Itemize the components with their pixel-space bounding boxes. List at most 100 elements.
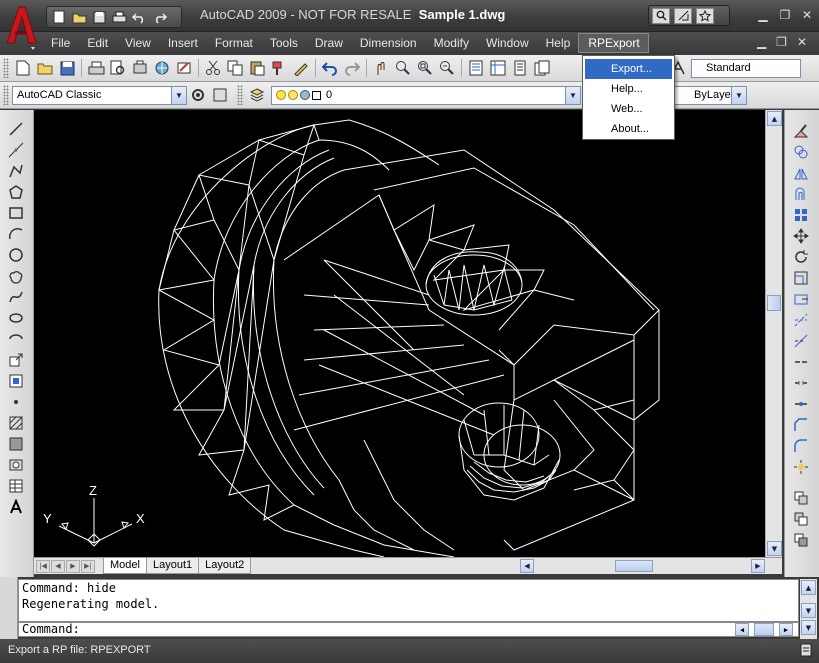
3d-dwf-icon[interactable]: [151, 57, 173, 79]
arc-icon[interactable]: [5, 223, 27, 244]
scroll-left-button[interactable]: ◀: [520, 559, 534, 573]
autocad-logo-icon[interactable]: [3, 3, 39, 51]
line-icon[interactable]: [5, 118, 27, 139]
first-tab-button[interactable]: |◀: [36, 559, 50, 573]
menu-item-about[interactable]: About...: [585, 119, 672, 139]
command-vertical-scrollbar[interactable]: ▲ ▼ ▼: [800, 579, 817, 639]
copy-icon[interactable]: [224, 57, 246, 79]
circle-icon[interactable]: [5, 244, 27, 265]
polygon-icon[interactable]: [5, 181, 27, 202]
explode-icon[interactable]: [790, 456, 812, 477]
zoom-window-icon[interactable]: [414, 57, 436, 79]
menu-modify[interactable]: Modify: [425, 34, 477, 52]
minimize-button[interactable]: ▁: [755, 7, 771, 23]
cut-icon[interactable]: [202, 57, 224, 79]
chevron-down-icon[interactable]: ▼: [171, 86, 186, 104]
redo-icon[interactable]: [341, 57, 363, 79]
scroll-thumb[interactable]: [615, 560, 653, 572]
undo-icon[interactable]: [131, 9, 148, 25]
layer-properties-icon[interactable]: [246, 84, 268, 106]
ellipse-arc-icon[interactable]: [5, 328, 27, 349]
multiline-text-icon[interactable]: [5, 496, 27, 517]
chamfer-icon[interactable]: [790, 414, 812, 435]
menu-item-help[interactable]: Help...: [585, 79, 672, 99]
polyline-icon[interactable]: [5, 160, 27, 181]
scroll-right-button[interactable]: ▶: [751, 559, 765, 573]
menu-format[interactable]: Format: [206, 34, 261, 52]
workspace-select[interactable]: AutoCAD Classic ▼: [12, 85, 187, 105]
offset-icon[interactable]: [790, 183, 812, 204]
undo-icon[interactable]: [319, 57, 341, 79]
doc-restore-button[interactable]: ❐: [776, 35, 787, 49]
next-tab-button[interactable]: ▶: [66, 559, 80, 573]
gradient-icon[interactable]: [5, 433, 27, 454]
tab-layout2[interactable]: Layout2: [198, 558, 252, 574]
scroll-down-button[interactable]: ▼: [801, 603, 816, 618]
menu-file[interactable]: File: [42, 34, 78, 52]
open-icon[interactable]: [34, 57, 56, 79]
scroll-down-button[interactable]: ▼: [767, 541, 782, 556]
command-input[interactable]: Command: ◀ ▶: [18, 622, 799, 637]
layer-on-icon[interactable]: [276, 90, 286, 100]
menu-tools[interactable]: Tools: [261, 34, 306, 52]
insert-block-icon[interactable]: [5, 349, 27, 370]
make-block-icon[interactable]: [5, 370, 27, 391]
menu-insert[interactable]: Insert: [159, 34, 206, 52]
scroll-down-button[interactable]: ▼: [801, 620, 816, 635]
save-icon[interactable]: [56, 57, 78, 79]
ellipse-icon[interactable]: [5, 307, 27, 328]
zoom-realtime-icon[interactable]: [392, 57, 414, 79]
tray-settings-icon[interactable]: [799, 642, 813, 663]
last-tab-button[interactable]: ▶|: [81, 559, 95, 573]
menu-help[interactable]: Help: [537, 34, 579, 52]
favorites-star-icon[interactable]: [696, 7, 714, 24]
layer-lock-icon[interactable]: [300, 90, 310, 100]
scale-icon[interactable]: [790, 267, 812, 288]
region-icon[interactable]: [5, 454, 27, 475]
doc-minimize-button[interactable]: ▁: [757, 35, 766, 49]
bring-to-front-icon[interactable]: [790, 508, 812, 529]
text-style-select[interactable]: Standard: [691, 58, 801, 78]
workspace-settings-icon[interactable]: [187, 84, 209, 106]
chevron-down-icon[interactable]: ▼: [731, 86, 746, 104]
copy-object-icon[interactable]: [790, 141, 812, 162]
spline-icon[interactable]: [5, 286, 27, 307]
menu-draw[interactable]: Draw: [306, 34, 351, 52]
drawing-horizontal-scrollbar[interactable]: ◀ ▶: [520, 559, 765, 573]
workspace-save-icon[interactable]: [209, 84, 231, 106]
plot-icon[interactable]: [85, 57, 107, 79]
publish-icon[interactable]: [129, 57, 151, 79]
break-at-point-icon[interactable]: [790, 351, 812, 372]
tool-palettes-icon[interactable]: [509, 57, 531, 79]
close-button[interactable]: ✕: [799, 7, 815, 23]
tab-layout1[interactable]: Layout1: [145, 558, 200, 574]
menu-dimension[interactable]: Dimension: [351, 34, 425, 52]
block-editor-icon[interactable]: [290, 57, 312, 79]
revision-cloud-icon[interactable]: [5, 265, 27, 286]
drawing-vertical-scrollbar[interactable]: ▲ ▼: [765, 110, 782, 557]
layer-freeze-icon[interactable]: [288, 90, 298, 100]
array-icon[interactable]: [790, 204, 812, 225]
extend-icon[interactable]: [790, 330, 812, 351]
search-icon[interactable]: [652, 7, 670, 24]
toolbar-grip[interactable]: [3, 58, 9, 78]
draw-order-icon[interactable]: [790, 487, 812, 508]
print-icon[interactable]: [111, 9, 128, 25]
menu-item-export[interactable]: Export...: [585, 59, 672, 79]
cmd-scroll-right[interactable]: ▶: [779, 623, 793, 636]
toolbar-grip[interactable]: [3, 85, 9, 105]
trim-icon[interactable]: [790, 309, 812, 330]
erase-icon[interactable]: [790, 120, 812, 141]
restore-button[interactable]: ❐: [777, 7, 793, 23]
scroll-up-button[interactable]: ▲: [801, 580, 816, 595]
properties-icon[interactable]: [465, 57, 487, 79]
chevron-down-icon[interactable]: ▼: [565, 86, 580, 104]
send-to-back-icon[interactable]: [790, 529, 812, 550]
move-icon[interactable]: [790, 225, 812, 246]
tab-model[interactable]: Model: [103, 558, 147, 574]
qnew-icon[interactable]: [12, 57, 34, 79]
menu-edit[interactable]: Edit: [78, 34, 116, 52]
table-icon[interactable]: [5, 475, 27, 496]
save-icon[interactable]: [91, 9, 108, 25]
menu-window[interactable]: Window: [477, 34, 537, 52]
